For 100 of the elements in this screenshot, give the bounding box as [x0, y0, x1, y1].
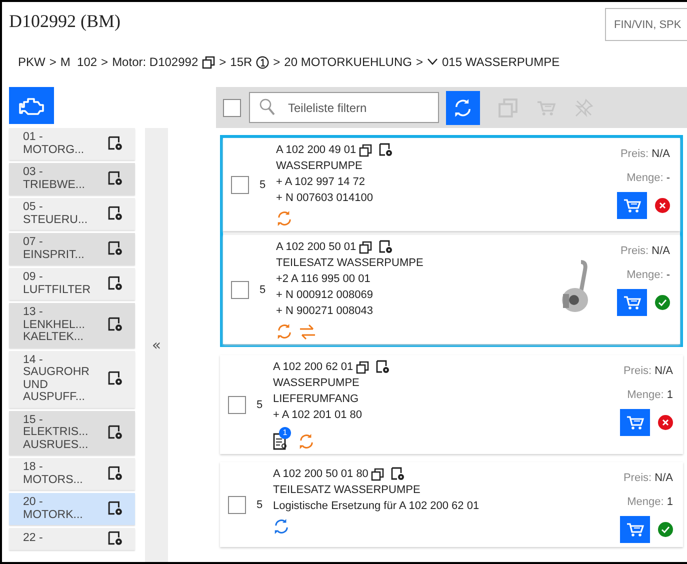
price-label: Preis: N/A: [620, 244, 670, 259]
sidebar-item[interactable]: 18 - MOTORS...: [9, 458, 135, 490]
sidebar-item[interactable]: 13 - LENKHEL... KAELTEK...: [9, 303, 135, 348]
part-card[interactable]: 5 A 102 200 50 01 80 TEILESATZ WASSERPUMPE Logistische Ersetzung für A 102 200 62 01 Preis: N/A Menge: 1: [220, 462, 683, 547]
refresh-icon[interactable]: [273, 518, 290, 535]
breadcrumb-link[interactable]: 15R: [230, 55, 252, 69]
breadcrumb-separator: >: [49, 55, 56, 69]
breadcrumb-link[interactable]: M 102: [60, 55, 98, 69]
part-number: A 102 200 50 01 80: [273, 467, 368, 482]
part-description: LIEFERUMFANG: [273, 392, 360, 407]
add-to-cart-button[interactable]: [617, 192, 647, 219]
document-gear-icon[interactable]: [391, 467, 406, 481]
part-number: A 102 200 49 01: [276, 143, 356, 158]
document-gear-icon: [108, 317, 123, 332]
cart-icon: [626, 522, 644, 537]
info-icon[interactable]: [256, 56, 270, 68]
cart-icon: [623, 198, 641, 213]
select-all-checkbox[interactable]: [223, 98, 241, 116]
chevron-down-icon[interactable]: [427, 58, 438, 66]
breadcrumb-link[interactable]: PKW: [18, 55, 46, 69]
copy-icon[interactable]: [356, 360, 370, 374]
part-description: + A 102 997 14 72: [276, 175, 366, 190]
breadcrumb-link[interactable]: 20 MOTORKUEHLUNG: [284, 55, 412, 69]
page-title: D102992 (BM): [9, 11, 120, 32]
refresh-icon[interactable]: [298, 433, 315, 450]
sidebar-item[interactable]: 07 - EINSPRIT...: [9, 233, 135, 265]
swap-icon[interactable]: [299, 324, 316, 340]
document-gear-icon: [108, 531, 123, 546]
copy-icon[interactable]: [202, 56, 216, 68]
part-description: + N 000912 008069: [276, 288, 374, 303]
sidebar-item[interactable]: 09 - LUFTFILTER: [9, 268, 135, 300]
part-checkbox[interactable]: [228, 496, 246, 514]
collapse-button[interactable]: «: [145, 128, 168, 562]
part-description: TEILESATZ WASSERPUMPE: [273, 483, 422, 498]
part-card[interactable]: 5 A 102 200 62 01 WASSERPUMPE LIEFERUMFANG + A 102 201 01 80 1 Preis: N/A Menge: 1: [220, 355, 683, 454]
part-number: A 102 200 62 01: [273, 360, 354, 375]
sidebar-item[interactable]: 03 - TRIEBWE...: [9, 163, 135, 195]
breadcrumb-link[interactable]: 015 WASSERPUMPE: [442, 55, 560, 69]
document-gear-icon: [108, 171, 123, 186]
part-checkbox[interactable]: [231, 280, 249, 298]
position-number: 5: [255, 398, 264, 412]
document-gear-icon: [108, 501, 123, 516]
add-to-cart-button[interactable]: [617, 289, 647, 316]
document-gear-icon: [108, 241, 123, 256]
refresh-icon[interactable]: [276, 323, 293, 340]
cart-icon: [626, 415, 644, 430]
quantity-label: Menge: -: [626, 268, 670, 283]
quantity-label: Menge: 1: [627, 388, 673, 403]
part-description: Logistische Ersetzung für A 102 200 62 01: [273, 499, 480, 514]
add-to-cart-button[interactable]: [620, 516, 650, 543]
refresh-icon[interactable]: [276, 210, 293, 227]
part-card[interactable]: 5 A 102 200 49 01 WASSERPUMPE + A 102 997 14 72 + N 007603 014100 Preis: N/A Menge: -: [223, 138, 680, 231]
search-icon: [259, 98, 275, 116]
price-label: Preis: N/A: [623, 364, 673, 379]
part-card[interactable]: 5 A 102 200 50 01 TEILESATZ WASSERPUMPE +2 A 116 995 00 01 + N 000912 008069 + N 900271 008043 Preis: N/A Menge: -: [223, 235, 680, 344]
engine-button[interactable]: [9, 87, 54, 124]
document-lines-icon: [273, 433, 288, 450]
breadcrumb-separator: >: [219, 55, 226, 69]
document-icon[interactable]: 1: [273, 427, 292, 450]
sidebar-item[interactable]: 05 - STEUERU...: [9, 198, 135, 230]
breadcrumb-separator: >: [101, 55, 108, 69]
sidebar-item[interactable]: 15 - ELEKTRIS... AUSRUES...: [9, 410, 135, 455]
cart-icon: [623, 295, 641, 310]
refresh-button[interactable]: [446, 90, 480, 124]
part-checkbox[interactable]: [228, 396, 246, 414]
count-badge: 1: [279, 427, 291, 439]
part-description: +2 A 116 995 00 01: [276, 272, 372, 287]
sidebar-item[interactable]: 20 - MOTORK...: [9, 493, 135, 525]
sidebar-item[interactable]: 22 -: [9, 528, 135, 550]
part-description: + N 007603 014100: [276, 191, 374, 206]
document-gear-icon[interactable]: [376, 360, 390, 374]
document-gear-icon: [108, 371, 123, 386]
document-gear-icon: [108, 466, 123, 481]
part-description: + A 102 201 01 80: [273, 408, 364, 423]
position-number: 5: [258, 178, 267, 192]
breadcrumb-separator: >: [416, 55, 423, 69]
document-gear-icon: [108, 136, 123, 151]
price-label: Preis: N/A: [620, 147, 670, 162]
breadcrumb-link[interactable]: Motor: D102992: [112, 55, 198, 69]
part-checkbox[interactable]: [231, 176, 249, 194]
search-field[interactable]: FIN/VIN, SPK: [605, 8, 687, 41]
quantity-label: Menge: 1: [627, 495, 673, 510]
copy-icon[interactable]: [359, 144, 372, 156]
position-number: 5: [255, 498, 264, 512]
sidebar-item[interactable]: 14 - SAUGROHR UND AUSPUFF...: [9, 350, 135, 408]
document-gear-icon: [108, 424, 123, 440]
document-gear-icon: [108, 276, 123, 291]
add-to-cart-button[interactable]: [620, 409, 650, 436]
position-number: 5: [258, 282, 267, 298]
engine-icon: [18, 96, 44, 114]
price-label: Preis: N/A: [623, 471, 673, 486]
sidebar-item[interactable]: 01 - MOTORG...: [9, 128, 135, 160]
part-description: WASSERPUMPE: [276, 159, 364, 174]
filter-field[interactable]: Teileliste filtern: [249, 92, 439, 123]
part-description: TEILESATZ WASSERPUMPE: [276, 256, 424, 271]
document-gear-icon[interactable]: [379, 143, 394, 157]
copy-icon[interactable]: [371, 468, 384, 480]
copy-icon[interactable]: [359, 240, 372, 254]
quantity-label: Menge: -: [626, 171, 670, 186]
document-gear-icon[interactable]: [379, 240, 394, 254]
